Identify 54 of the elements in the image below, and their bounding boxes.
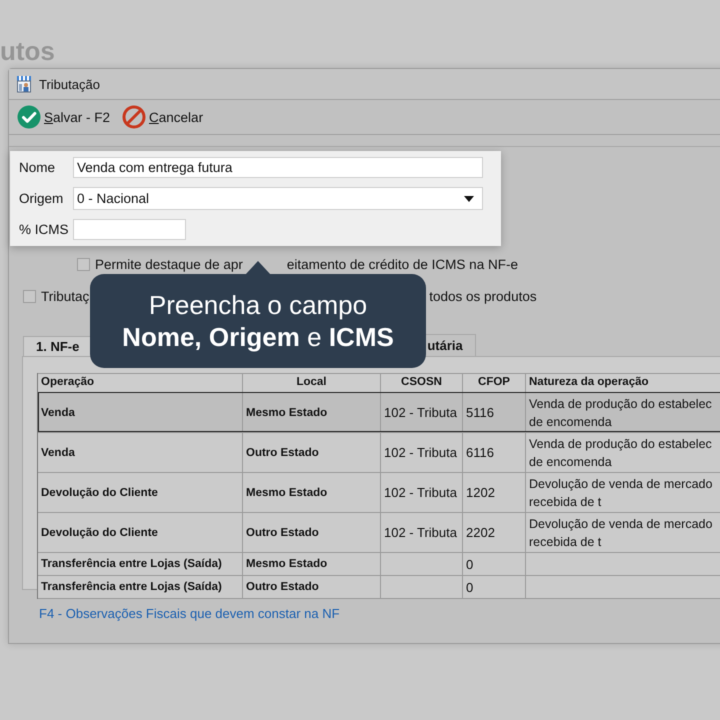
table-cell: Devolução do Cliente [41, 486, 158, 498]
table-cell: Outro Estado [246, 526, 319, 538]
table-cell: Mesmo Estado [246, 558, 328, 570]
checkbox-label: eitamento de crédito de ICMS na NF-e [286, 257, 518, 272]
table-cell: 102 - Tributa [384, 525, 457, 540]
table-row[interactable]: Devolução do Cliente Outro Estado 102 - Tributa 2202 Devolução de venda de mercado recebida de t [38, 512, 720, 552]
table-row[interactable]: Venda Mesmo Estado 102 - Tributa 5116 Venda de produção do estabelec de encomenda [38, 392, 720, 432]
input-field[interactable] [73, 219, 186, 240]
table-cell: Transferência entre Lojas (Saída) [41, 558, 222, 570]
tab[interactable]: 1. NF-e [23, 336, 92, 356]
storefront-icon [15, 75, 33, 93]
field-label: Nome [19, 160, 56, 175]
check-circle-icon [17, 105, 41, 129]
window-title: Tributação [39, 76, 100, 92]
table-cell: Venda [41, 406, 75, 418]
table-cell: 1202 [466, 485, 495, 500]
input-field[interactable]: Venda com entrega futura [73, 157, 483, 178]
table-cell: Mesmo Estado [246, 486, 328, 498]
table-cell: Mesmo Estado [246, 406, 328, 418]
save-button[interactable]: Salvar - F2 [15, 105, 112, 129]
table-row[interactable]: Transferência entre Lojas (Saída) Mesmo Estado 0 [38, 552, 720, 575]
table-cell: 6116 [466, 445, 494, 460]
checkbox-label: Tributaç [41, 289, 90, 304]
table-cell-text: Devolução de venda de mercado recebida de t [529, 476, 712, 510]
prohibited-icon [122, 105, 146, 129]
table-cell: Devolução do Cliente [41, 526, 158, 538]
table-cell: Outro Estado [246, 446, 319, 458]
table-cell: Transferência entre Lojas (Saída) [41, 581, 222, 593]
table-cell: 102 - Tributa [384, 405, 457, 420]
field-label: % ICMS [19, 222, 70, 237]
tooltip-text: Preencha o campo Nome, Origem e ICMS [122, 289, 394, 353]
cancel-button[interactable]: Cancelar [120, 105, 206, 129]
field-label: Origem [19, 191, 64, 206]
table-row[interactable]: Transferência entre Lojas (Saída) Outro Estado 0 [38, 575, 720, 599]
table-cell: 2202 [466, 525, 495, 540]
observations-link[interactable]: F4 - Observações Fiscais que devem constar na NF [39, 606, 340, 621]
checkbox-label: Permite destaque de apr [95, 257, 243, 272]
table-cell: 0 [466, 580, 474, 594]
table-cell: 102 - Tributa [384, 485, 457, 500]
origin-dropdown[interactable]: 0 - Nacional [73, 187, 483, 210]
table-cell: Outro Estado [246, 581, 319, 593]
dropdown-caret-icon [464, 196, 474, 202]
table-row[interactable]: Devolução do Cliente Mesmo Estado 102 - Tributa 1202 Devolução de venda de mercado recebida de t [38, 472, 720, 512]
table-cell-text: Venda de produção do estabelec de encomenda [529, 436, 712, 470]
checkbox-label: todos os produtos [429, 289, 537, 304]
table-cell: 0 [466, 556, 474, 572]
table-cell: 5116 [466, 405, 494, 420]
table-row[interactable]: Venda Outro Estado 102 - Tributa 6116 Venda de produção do estabelec de encomenda [38, 432, 720, 472]
checkbox[interactable] [77, 258, 90, 271]
table-cell: 102 - Tributa [384, 445, 457, 460]
checkbox[interactable] [23, 290, 36, 303]
table-cell-text: Venda de produção do estabelec de encomenda [529, 396, 712, 430]
table-cell: Venda [41, 446, 75, 458]
table-cell-text: Devolução de venda de mercado recebida de t [529, 516, 712, 550]
